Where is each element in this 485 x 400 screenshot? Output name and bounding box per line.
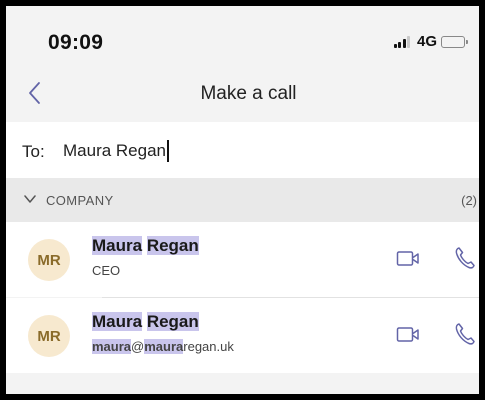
status-bar: 09:09 4G [6, 6, 479, 64]
contact-title: CEO [92, 263, 121, 278]
contact-name: Maura Regan [92, 236, 199, 256]
avatar: MR [28, 315, 70, 357]
status-indicators: 4G [393, 33, 468, 50]
status-time: 09:09 [48, 31, 104, 54]
chevron-down-icon [24, 195, 36, 203]
to-label: To: [22, 142, 45, 161]
email-at: @ [131, 339, 145, 354]
empty-list-area [6, 374, 479, 394]
to-field-row: To: [6, 122, 479, 178]
phone-icon[interactable] [454, 246, 476, 270]
email-user: maura [92, 339, 132, 354]
signal-icon [393, 35, 412, 48]
section-count: (2) [461, 193, 477, 208]
email-domain-match: maura [144, 339, 184, 354]
recipient-input[interactable] [63, 136, 443, 166]
contact-row[interactable]: MR Maura Regan maura@mauraregan.uk [6, 298, 479, 373]
section-title: COMPANY [46, 193, 114, 208]
avatar: MR [28, 239, 70, 281]
name-first: Maura [92, 312, 143, 331]
section-header-company[interactable]: COMPANY (2) [6, 178, 479, 222]
contact-email: maura@mauraregan.uk [92, 339, 234, 354]
video-call-icon[interactable] [396, 248, 422, 270]
name-last: Regan [146, 312, 199, 331]
name-last: Regan [146, 236, 199, 255]
video-call-icon[interactable] [396, 324, 422, 346]
contact-row[interactable]: MR Maura Regan CEO [6, 222, 479, 297]
battery-tip [466, 39, 468, 44]
nav-bar: Make a call [6, 64, 479, 122]
name-first: Maura [92, 236, 143, 255]
text-caret [167, 140, 169, 162]
email-domain-rest: regan.uk [183, 339, 234, 354]
battery-icon [441, 35, 468, 48]
page-title: Make a call [200, 83, 297, 104]
phone-screen: 09:09 4G Make a call To: COMPANY (2) [6, 6, 479, 394]
network-label: 4G [416, 33, 437, 50]
contact-name: Maura Regan [92, 312, 199, 332]
phone-icon[interactable] [454, 322, 476, 346]
